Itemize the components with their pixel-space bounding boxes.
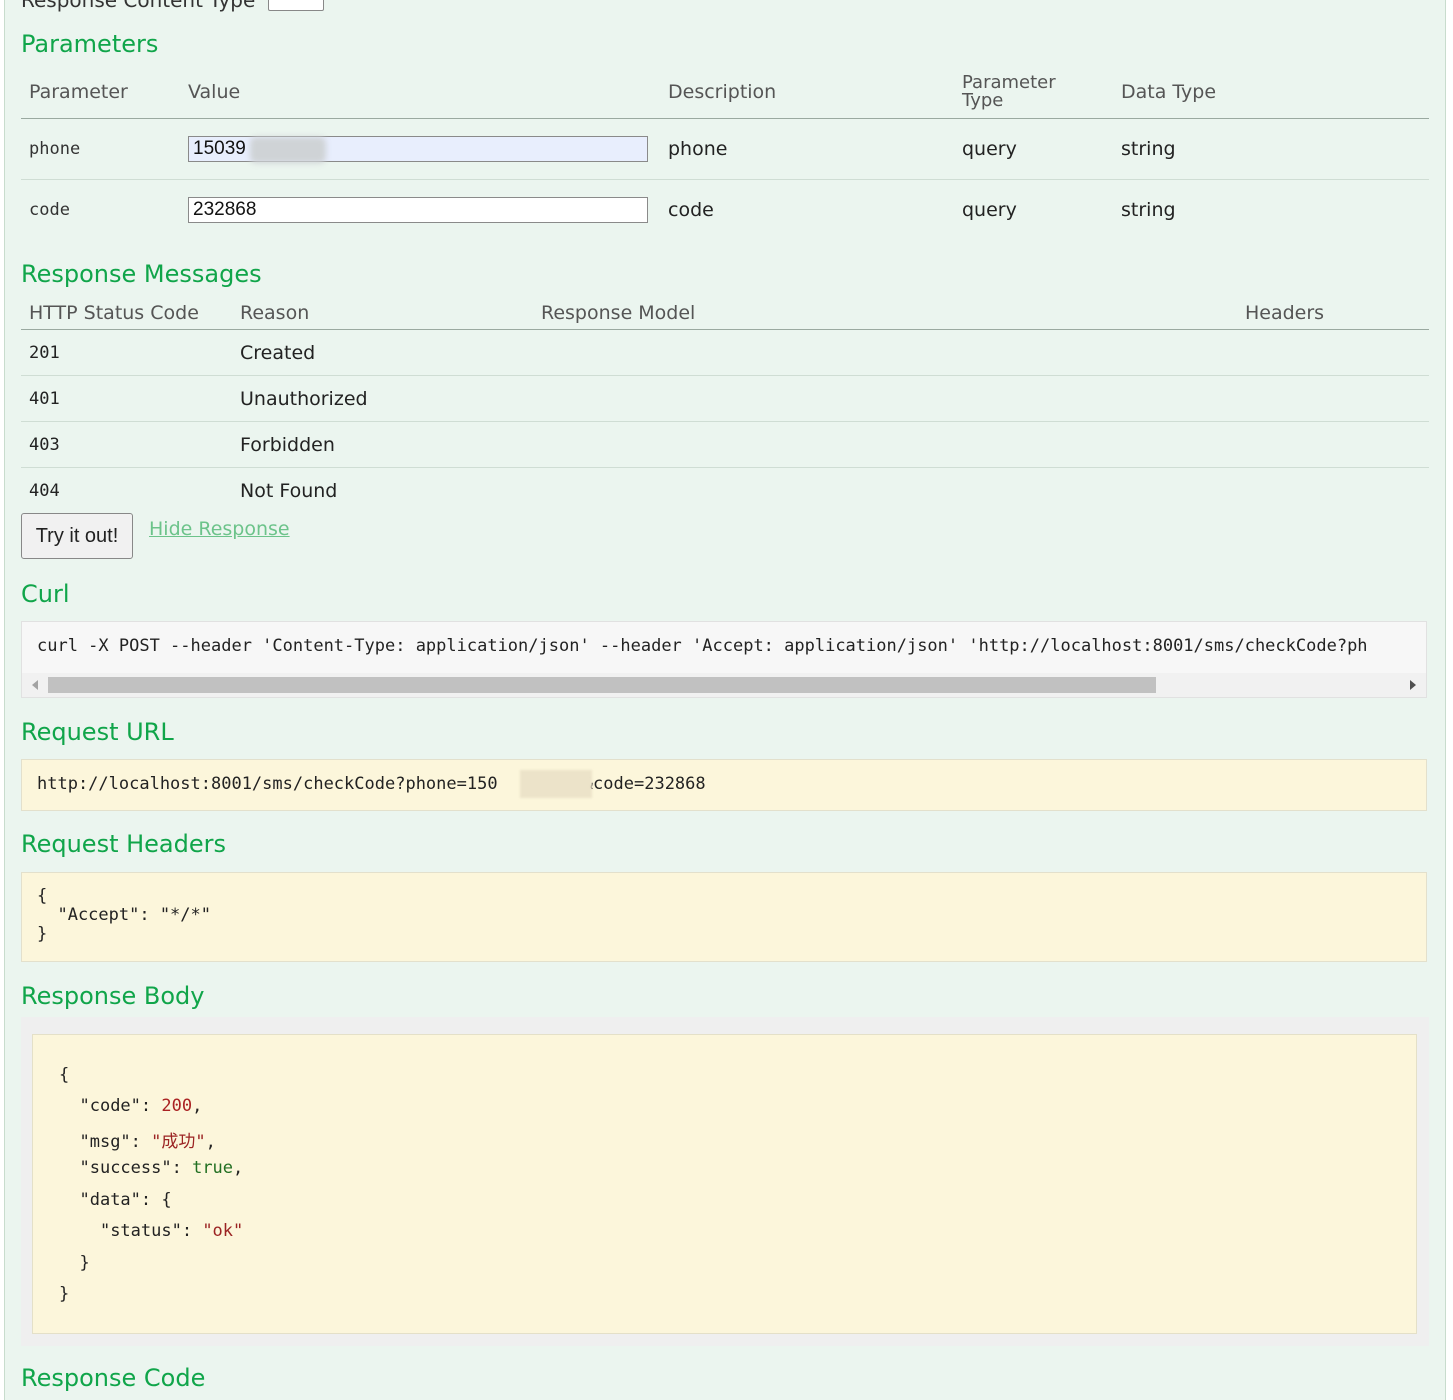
redaction-blur	[250, 137, 326, 163]
operation-panel: Response Content Type Parameters Paramet…	[4, 0, 1446, 1400]
curl-heading: Curl	[21, 580, 70, 608]
request-headers-box: { "Accept": "*/*" }	[21, 872, 1427, 962]
param-name: phone	[21, 118, 180, 180]
response-content-type: Response Content Type	[21, 0, 324, 12]
horizontal-scrollbar[interactable]	[22, 673, 1426, 697]
code-input[interactable]	[188, 197, 648, 223]
param-value-cell	[180, 118, 660, 180]
response-body-json: { "code": 200, "msg": "成功", "success": t…	[32, 1034, 1417, 1334]
col-parameter-type: Parameter Type	[954, 66, 1113, 119]
status-code: 201	[21, 329, 232, 376]
json-code-value: 200	[161, 1096, 193, 1116]
request-headers-heading: Request Headers	[21, 830, 227, 858]
table-row: 403 Forbidden	[21, 421, 1429, 468]
param-type: query	[954, 118, 1113, 180]
table-row: 404 Not Found	[21, 468, 1429, 514]
status-code: 401	[21, 375, 232, 422]
try-it-out-button[interactable]: Try it out!	[21, 513, 133, 559]
status-code: 403	[21, 421, 232, 468]
parameters-header-row: Parameter Value Description Parameter Ty…	[21, 66, 1429, 119]
status-reason: Not Found	[240, 479, 338, 502]
param-data-type: string	[1121, 199, 1176, 221]
parameters-heading: Parameters	[21, 30, 159, 58]
response-messages-table: HTTP Status Code Reason Response Model H…	[21, 297, 1429, 513]
json-status-value: "ok"	[202, 1221, 244, 1241]
param-description: phone	[660, 118, 954, 180]
hide-response-link[interactable]: Hide Response	[149, 518, 290, 540]
param-row-code: code code query string	[21, 180, 1429, 241]
col-status-code: HTTP Status Code	[21, 297, 232, 330]
response-content-type-select[interactable]	[267, 0, 324, 11]
col-value: Value	[180, 66, 660, 119]
curl-box: curl -X POST --header 'Content-Type: app…	[21, 621, 1427, 698]
col-reason: Reason	[232, 297, 533, 330]
param-name: code	[29, 200, 70, 220]
status-reason: Unauthorized	[232, 375, 533, 422]
scroll-right-icon[interactable]	[1410, 680, 1416, 690]
col-description: Description	[660, 66, 954, 119]
param-description: code	[668, 199, 714, 221]
col-parameter-type-line2: Type	[962, 90, 1004, 111]
status-code: 404	[29, 480, 60, 501]
param-row-phone: phone phone query string	[21, 118, 1429, 180]
response-body-container: { "code": 200, "msg": "成功", "success": t…	[21, 1017, 1429, 1346]
redaction-blur	[520, 770, 592, 798]
col-parameter: Parameter	[21, 66, 180, 119]
request-url-prefix: http://localhost:8001/sms/checkCode?phon…	[37, 774, 498, 794]
table-row: 401 Unauthorized	[21, 375, 1429, 422]
response-body-heading: Response Body	[21, 982, 205, 1010]
scroll-left-icon[interactable]	[32, 680, 38, 690]
response-code-heading: Response Code	[21, 1364, 206, 1392]
param-data-type: string	[1113, 118, 1429, 180]
request-url-box: http://localhost:8001/sms/checkCode?phon…	[21, 759, 1427, 811]
response-header-row: HTTP Status Code Reason Response Model H…	[21, 297, 1429, 330]
json-success-value: true	[192, 1158, 234, 1178]
scroll-thumb[interactable]	[48, 677, 1156, 693]
request-url-suffix: 6&code=232868	[572, 774, 706, 794]
parameters-table: Parameter Value Description Parameter Ty…	[21, 66, 1429, 240]
table-row: 201 Created	[21, 329, 1429, 376]
response-messages-heading: Response Messages	[21, 260, 262, 288]
col-headers: Headers	[1237, 297, 1429, 330]
request-headers-json: { "Accept": "*/*" }	[37, 886, 211, 944]
col-response-model: Response Model	[533, 297, 1237, 330]
param-type: query	[962, 199, 1017, 221]
response-content-type-label: Response Content Type	[21, 0, 256, 12]
col-data-type: Data Type	[1113, 66, 1429, 119]
request-url-text: http://localhost:8001/sms/checkCode?phon…	[37, 774, 706, 794]
curl-command: curl -X POST --header 'Content-Type: app…	[37, 636, 1368, 656]
request-url-heading: Request URL	[21, 718, 174, 746]
param-value-cell	[180, 180, 660, 241]
status-reason: Created	[232, 329, 533, 376]
json-msg-value: "成功"	[151, 1132, 206, 1152]
status-reason: Forbidden	[232, 421, 533, 468]
